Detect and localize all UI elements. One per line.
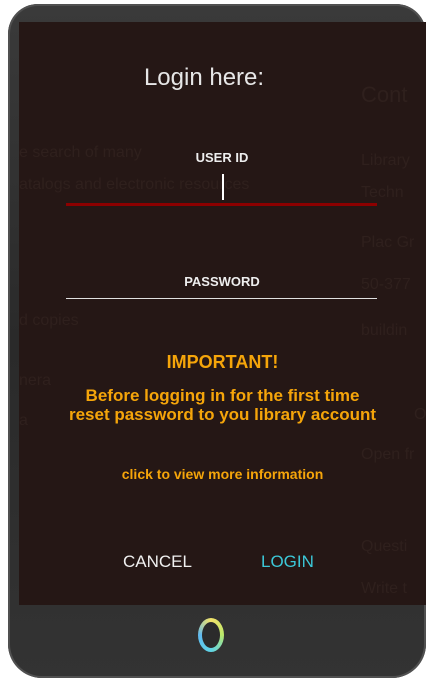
background-text: Plac Gr bbox=[361, 234, 415, 251]
important-heading: IMPORTANT! bbox=[166, 352, 279, 372]
password-underline bbox=[66, 298, 377, 299]
background-text: Open fr bbox=[361, 446, 415, 463]
more-info-link[interactable]: click to view more information bbox=[19, 466, 426, 482]
background-text: Questi bbox=[361, 538, 408, 555]
text-cursor bbox=[222, 174, 224, 200]
user-id-underline bbox=[66, 203, 377, 206]
background-text: Write t bbox=[361, 580, 407, 597]
password-input[interactable] bbox=[67, 272, 381, 298]
cancel-button[interactable]: CANCEL bbox=[123, 552, 192, 572]
background-text: buildin bbox=[361, 322, 408, 339]
notice-line-1: Before logging in for the first time bbox=[85, 386, 360, 405]
notice-line-2: reset password to you library account bbox=[68, 405, 377, 424]
user-id-input[interactable] bbox=[67, 177, 381, 203]
user-id-label: USER ID bbox=[195, 150, 249, 165]
login-modal-screen: Cont e search of many atalogs and electr… bbox=[19, 22, 426, 605]
background-text: d copies bbox=[19, 312, 79, 329]
home-button-icon[interactable] bbox=[198, 618, 224, 652]
login-title: Login here: bbox=[143, 64, 265, 91]
login-button[interactable]: LOGIN bbox=[261, 552, 314, 572]
